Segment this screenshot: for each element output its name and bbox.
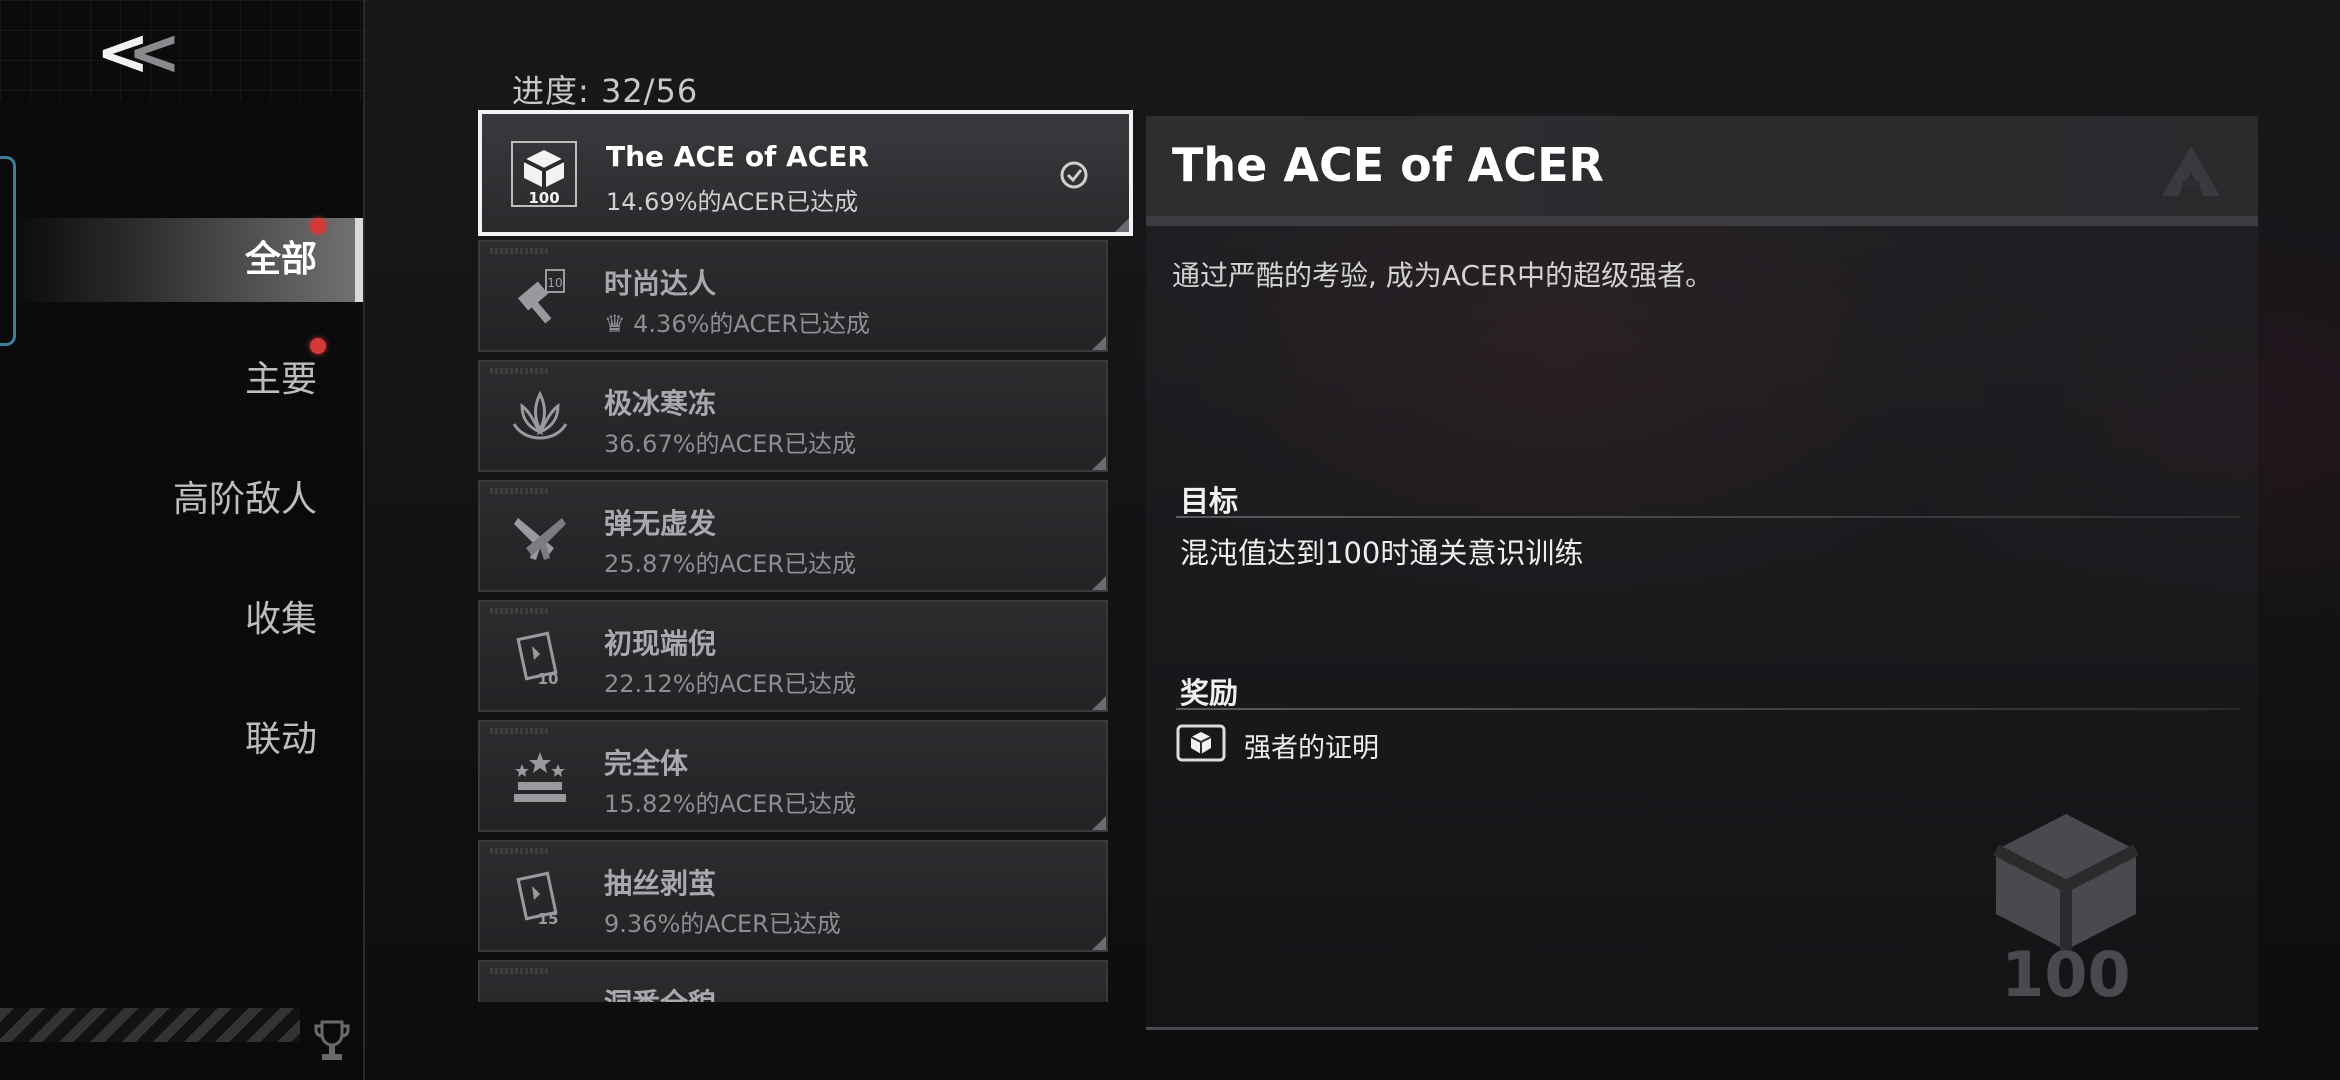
- card-15-icon: 15: [516, 871, 559, 928]
- achievement-card-selected[interactable]: 100 The ACE of ACER 14.69%的ACER已达成: [478, 110, 1133, 236]
- check-circle-icon: [1060, 161, 1088, 189]
- sidebar-item-elite-enemies[interactable]: 高阶敌人: [13, 458, 363, 542]
- card-serial-decoration: [490, 488, 550, 494]
- achievement-rate: 36.67%的ACER已达成: [604, 430, 857, 458]
- hammer-10-icon: 10: [517, 269, 565, 324]
- sidebar-item-label: 联动: [244, 719, 317, 760]
- card-serial-decoration: [490, 368, 550, 374]
- achievement-title: 弹无虚发: [604, 507, 717, 540]
- achievement-rate: 9.36%的ACER已达成: [604, 910, 841, 938]
- card-serial-decoration: [490, 968, 550, 974]
- crossed-pistols-icon: [514, 518, 566, 560]
- detail-title: The ACE of ACER: [1172, 138, 1604, 192]
- achievement-title: 极冰寒冻: [604, 387, 717, 420]
- goal-heading: 目标: [1180, 484, 1239, 518]
- achievement-list[interactable]: 100 The ACE of ACER 14.69%的ACER已达成 10 时尚…: [478, 110, 1133, 1002]
- achievement-rate: 22.12%的ACER已达成: [604, 670, 857, 698]
- back-button[interactable]: <<: [96, 18, 196, 88]
- reward-heading: 奖励: [1180, 676, 1239, 710]
- card-serial-decoration: [490, 848, 550, 854]
- sidebar-item-collection[interactable]: 收集: [13, 578, 363, 662]
- achievement-rate: ♛ 4.36%的ACER已达成: [604, 304, 870, 339]
- detail-description: 通过严酷的考验, 成为ACER中的超级强者。: [1172, 259, 1714, 292]
- achievement-card[interactable]: 洞悉全貌: [478, 960, 1108, 1002]
- reward-box-icon[interactable]: [1176, 724, 1226, 762]
- achievement-title: 完全体: [604, 747, 689, 780]
- sidebar-item-label: 收集: [244, 599, 317, 640]
- svg-text:10: 10: [538, 670, 559, 688]
- achievement-title: 初现端倪: [604, 627, 717, 660]
- category-sidebar: << 全部 主要 高阶敌人 收集 联动: [0, 0, 365, 1080]
- goal-divider: [1176, 516, 2240, 518]
- reward-label: 强者的证明: [1244, 733, 1379, 764]
- emblem-number: 100: [2001, 938, 2130, 1002]
- detail-header: The ACE of ACER: [1146, 116, 2258, 226]
- achievement-card[interactable]: 10 时尚达人 ♛ 4.36%的ACER已达成: [478, 240, 1108, 352]
- achievement-card[interactable]: 极冰寒冻 36.67%的ACER已达成: [478, 360, 1108, 472]
- stars-podium-icon: [514, 752, 566, 802]
- achievement-card[interactable]: 弹无虚发 25.87%的ACER已达成: [478, 480, 1108, 592]
- achievement-rate: 15.82%的ACER已达成: [604, 790, 857, 818]
- achievement-card[interactable]: 15 抽丝剥茧 9.36%的ACER已达成: [478, 840, 1108, 952]
- partial-icon: [506, 984, 574, 1002]
- trophy-icon: [314, 1020, 350, 1060]
- hatch-decoration: [0, 1008, 300, 1042]
- sidebar-item-label: 高阶敌人: [172, 479, 317, 520]
- sidebar-item-collab[interactable]: 联动: [13, 698, 363, 782]
- ace-100-icon: 100: [511, 141, 577, 207]
- reward-divider: [1176, 708, 2240, 710]
- ice-lotus-icon: [512, 390, 568, 440]
- new-badge-dot: [310, 338, 326, 354]
- ace-100-emblem-icon: 100: [1993, 814, 2139, 1002]
- card-serial-decoration: [490, 608, 550, 614]
- goal-text: 混沌值达到100时通关意识训练: [1180, 536, 1584, 570]
- progress-counter: 进度: 32/56: [512, 72, 699, 110]
- svg-text:100: 100: [528, 189, 559, 207]
- achievement-title: 时尚达人: [604, 267, 717, 300]
- small-trophy-icon: ♛: [604, 310, 634, 338]
- card-10-icon: 10: [516, 631, 559, 688]
- achievement-title: 抽丝剥茧: [604, 867, 717, 900]
- svg-text:15: 15: [538, 910, 559, 928]
- achievement-rate: 25.87%的ACER已达成: [604, 550, 857, 578]
- new-badge-dot: [310, 218, 326, 234]
- achievement-card[interactable]: 完全体 15.82%的ACER已达成: [478, 720, 1108, 832]
- sidebar-item-label: 主要: [244, 359, 317, 400]
- achievement-rate-text: 4.36%的ACER已达成: [633, 310, 870, 338]
- card-serial-decoration: [490, 248, 550, 254]
- achievement-rate: 14.69%的ACER已达成: [606, 188, 859, 216]
- achievement-title: The ACE of ACER: [606, 140, 869, 173]
- sidebar-item-label: 全部: [244, 239, 317, 280]
- card-serial-decoration: [490, 728, 550, 734]
- acer-logo-icon: [2162, 146, 2220, 196]
- achievement-title: 洞悉全貌: [604, 982, 716, 1002]
- achievement-card[interactable]: 10 初现端倪 22.12%的ACER已达成: [478, 600, 1108, 712]
- svg-text:10: 10: [547, 276, 562, 290]
- achievement-detail-panel: The ACE of ACER 通过严酷的考验, 成为ACER中的超级强者。 目…: [1146, 116, 2258, 1030]
